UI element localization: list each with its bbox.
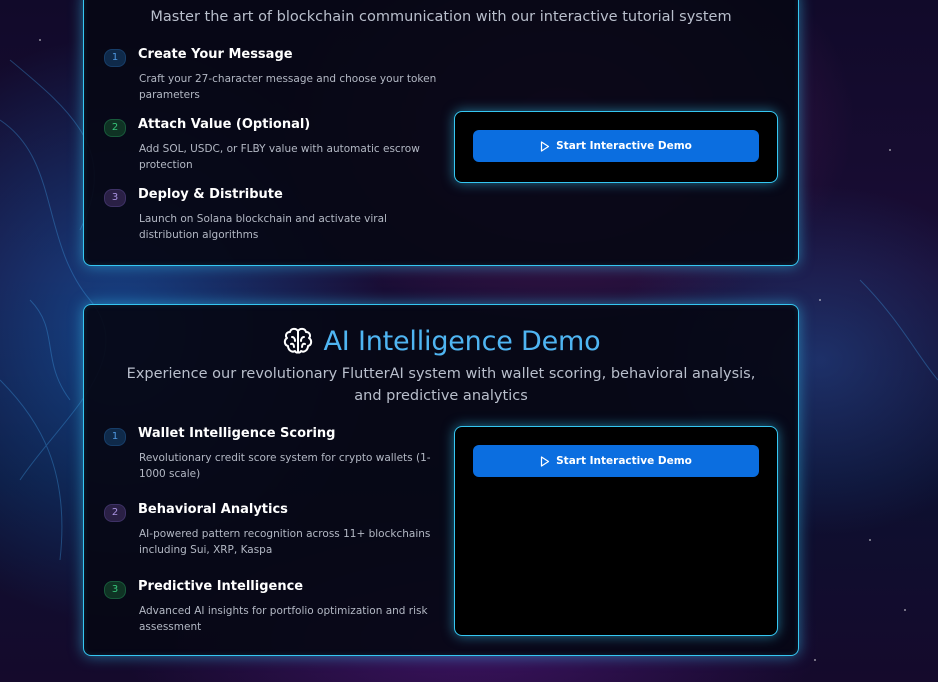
step-number-badge: 3 [104, 581, 126, 599]
tutorial-card: Master the art of blockchain communicati… [83, 0, 799, 266]
demo-panel: Start Interactive Demo [454, 111, 778, 183]
step-title: Create Your Message [138, 47, 293, 62]
step-number-badge: 2 [104, 119, 126, 137]
step-description: Revolutionary credit score system for cr… [139, 452, 431, 480]
ai-demo-panel: Start Interactive Demo [454, 426, 778, 636]
start-demo-label: Start Interactive Demo [556, 140, 692, 152]
ai-demo-subtitle: Experience our revolutionary FlutterAI s… [126, 366, 756, 404]
start-demo-button[interactable]: Start Interactive Demo [473, 130, 759, 162]
start-ai-demo-button[interactable]: Start Interactive Demo [473, 445, 759, 477]
step-title: Attach Value (Optional) [138, 117, 311, 132]
ai-demo-card: AI Intelligence Demo Experience our revo… [83, 304, 799, 656]
step-title: Wallet Intelligence Scoring [138, 426, 336, 441]
play-icon [541, 140, 550, 152]
ai-demo-title: AI Intelligence Demo [323, 325, 601, 357]
brain-icon [283, 327, 312, 354]
play-icon [541, 455, 550, 467]
step-title: Predictive Intelligence [138, 579, 304, 594]
step-title: Behavioral Analytics [138, 502, 288, 517]
step-description: AI-powered pattern recognition across 11… [139, 528, 431, 556]
ai-demo-heading: AI Intelligence Demo [84, 325, 798, 357]
step-number-badge: 2 [104, 504, 126, 522]
start-ai-demo-label: Start Interactive Demo [556, 455, 692, 467]
step-description: Add SOL, USDC, or FLBY value with automa… [139, 143, 420, 171]
step-number-badge: 1 [104, 49, 126, 67]
step-number-badge: 3 [104, 189, 126, 207]
step-number-badge: 1 [104, 428, 126, 446]
step-description: Craft your 27-character message and choo… [139, 73, 437, 101]
step-description: Advanced AI insights for portfolio optim… [139, 605, 428, 633]
step-description: Launch on Solana blockchain and activate… [139, 213, 387, 241]
tutorial-subtitle: Master the art of blockchain communicati… [150, 9, 732, 25]
step-title: Deploy & Distribute [138, 187, 283, 202]
